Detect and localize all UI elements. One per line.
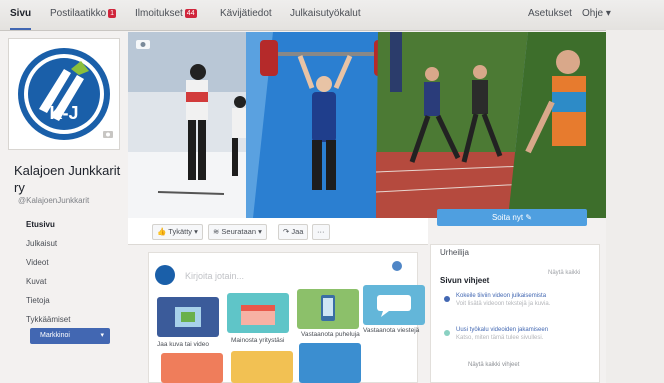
tip-item[interactable]: Kokeile tiiviin videon julkaisemista Voi… [456, 292, 586, 308]
tab-inbox[interactable]: Postilaatikko 1 [50, 0, 117, 28]
chevron-down-icon: ▾ [258, 227, 262, 236]
call-now-button[interactable]: Soita nyt ✎ [437, 209, 587, 226]
tab-publishing-tools-label: Julkaisutyökalut [290, 8, 361, 19]
tab-page-label: Sivu [10, 8, 32, 19]
inbox-count-badge: 1 [108, 9, 117, 18]
share-label: Jaa [291, 227, 304, 236]
camera-icon[interactable] [136, 38, 150, 49]
tile-label: Mainosta yritystäsi [231, 337, 285, 344]
tip-title: Uusi työkalu videoiden jakamiseen [456, 327, 549, 333]
call-now-label: Soita nyt [491, 213, 524, 222]
tip-description: Voit lisätä videoon tekstejä ja kuvia. [456, 301, 551, 307]
promote-button[interactable]: Markkinoi ▾ [30, 328, 110, 344]
help-label: Ohje [582, 8, 604, 19]
admin-topbar: Sivu Postilaatikko 1 Ilmoitukset 44 Kävijä… [0, 0, 664, 31]
receive-calls-tile[interactable] [297, 289, 359, 329]
info-icon [444, 330, 450, 336]
tip-item[interactable]: Uusi työkalu videoiden jakamiseen Katso,… [456, 326, 586, 342]
composer-input[interactable]: Kirjoita jotain... [185, 271, 244, 281]
right-gutter [606, 30, 664, 383]
tip-title: Kokeile tiiviin videon julkaisemista [456, 293, 547, 299]
share-icon: ↷ [283, 227, 290, 236]
chevron-down-icon: ▾ [194, 227, 198, 236]
tab-notifications[interactable]: Ilmoitukset 44 [135, 0, 197, 28]
chevron-down-icon: ▾ [605, 8, 611, 19]
pencil-icon: ✎ [525, 213, 533, 222]
promote-business-tile[interactable] [227, 293, 289, 333]
chat-bubble-icon [377, 295, 411, 317]
nav-item-videos[interactable]: Videot [22, 253, 132, 272]
nav-item-posts[interactable]: Julkaisut [22, 234, 132, 253]
nav-item-photos[interactable]: Kuvat [22, 272, 132, 291]
settings-label: Asetukset [528, 8, 572, 19]
notifications-count-badge: 44 [184, 9, 197, 18]
promote-label: Markkinoi [40, 332, 70, 339]
camera-icon[interactable] [103, 125, 113, 143]
photo-icon [175, 307, 201, 327]
profile-picture[interactable]: K-J [8, 38, 120, 150]
page-title: Kalajoen Junkkarit ry [14, 163, 121, 195]
globe-icon[interactable] [391, 259, 403, 277]
tip-description: Katso, miten tämä tulee sivullesi. [456, 335, 544, 341]
nav-item-home[interactable]: Etusivu [22, 215, 132, 234]
tab-inbox-label: Postilaatikko [50, 8, 107, 19]
phone-icon [321, 295, 335, 321]
avatar [155, 265, 175, 285]
like-label: Tykätty [168, 227, 193, 236]
receive-messages-tile[interactable] [363, 285, 425, 325]
share-photo-video-tile[interactable] [157, 297, 219, 337]
settings-link[interactable]: Asetukset [528, 0, 572, 28]
follow-label: Seurataan [221, 227, 257, 236]
page-category: Urheilija [440, 248, 469, 257]
more-button[interactable]: ··· [312, 224, 330, 240]
composer-tile[interactable] [161, 353, 223, 383]
svg-text:K-J: K-J [49, 103, 78, 123]
tab-publishing-tools[interactable]: Julkaisutyökalut [290, 0, 361, 28]
more-label: ··· [317, 227, 325, 236]
cover-photo[interactable] [128, 32, 606, 218]
tile-label: Vastaanota viestejä [363, 327, 420, 334]
composer-tile[interactable] [299, 343, 361, 383]
storefront-icon [241, 305, 275, 325]
help-menu[interactable]: Ohje ▾ [582, 0, 611, 28]
page-tips-title: Sivun vihjeet [440, 276, 490, 285]
chevron-down-icon: ▾ [100, 332, 104, 339]
thumbs-up-icon: 👍 [157, 227, 167, 236]
left-navigation: Etusivu Julkaisut Videot Kuvat Tietoja T… [22, 215, 132, 329]
tile-label: Vastaanota puheluja [301, 331, 360, 338]
composer-tile[interactable] [231, 351, 293, 383]
page-actions-bar: 👍 Tykätty ▾ ≋ Seurataan ▾ ↷ Jaa ··· [128, 218, 428, 245]
tab-insights[interactable]: Kävijätiedot [220, 0, 272, 28]
see-all-tips-link[interactable]: Näytä kaikki vihjeet [468, 362, 519, 368]
post-composer: Kirjoita jotain... Jaa kuva tai video Ma… [148, 252, 425, 383]
tab-insights-label: Kävijätiedot [220, 8, 272, 19]
like-button[interactable]: 👍 Tykätty ▾ [152, 224, 203, 240]
nav-item-likes[interactable]: Tykkäämiset [22, 310, 132, 329]
cover-collage [128, 32, 606, 218]
info-icon [444, 296, 450, 302]
nav-item-about[interactable]: Tietoja [22, 291, 132, 310]
page-username[interactable]: @KalajoenJunkkarit [18, 196, 89, 205]
see-all-link[interactable]: Näytä kaikki [548, 270, 580, 276]
tile-label: Jaa kuva tai video [157, 341, 210, 348]
rss-icon: ≋ [213, 227, 220, 236]
tab-page[interactable]: Sivu [10, 0, 32, 30]
share-button[interactable]: ↷ Jaa [278, 224, 309, 240]
follow-button[interactable]: ≋ Seurataan ▾ [208, 224, 267, 240]
tab-notifications-label: Ilmoitukset [135, 8, 183, 19]
